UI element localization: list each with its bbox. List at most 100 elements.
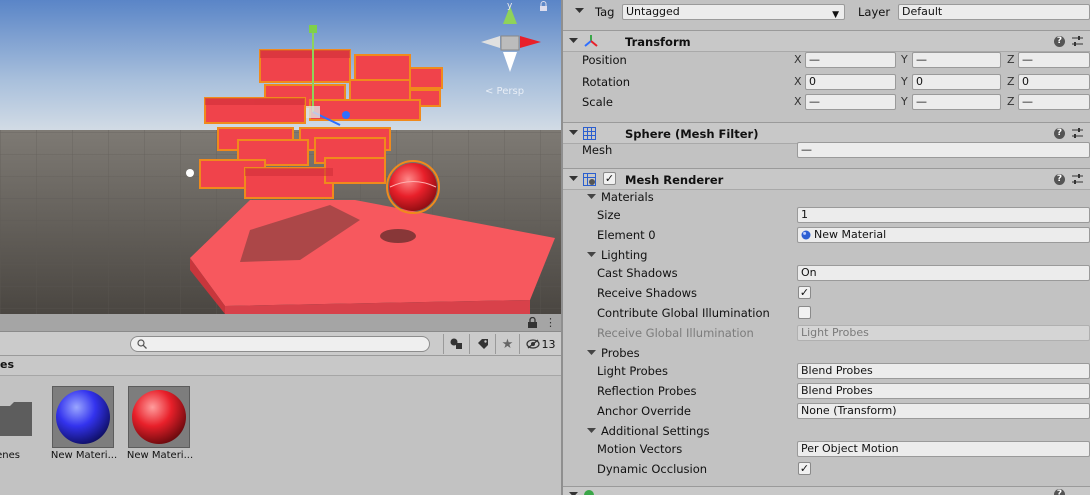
- receive-gi-dropdown: Light Probes: [797, 325, 1090, 341]
- help-icon[interactable]: ?: [1054, 128, 1065, 139]
- dynamic-occlusion-checkbox[interactable]: ✓: [798, 462, 811, 475]
- materials-foldout[interactable]: Materials: [563, 187, 1090, 207]
- anchor-override-field[interactable]: None (Transform): [797, 403, 1090, 419]
- receive-shadows-checkbox[interactable]: ✓: [798, 286, 811, 299]
- axis-z-label: Z: [1007, 95, 1015, 108]
- element0-value: New Material: [814, 228, 887, 241]
- additional-settings-foldout[interactable]: Additional Settings: [563, 421, 1090, 441]
- motion-vectors-label: Motion Vectors: [597, 442, 683, 456]
- settings-sliders-icon[interactable]: [1072, 127, 1083, 139]
- contribute-gi-checkbox[interactable]: [798, 306, 811, 319]
- size-field[interactable]: 1: [797, 207, 1090, 223]
- element0-field[interactable]: New Material: [797, 227, 1090, 243]
- light-probes-dropdown[interactable]: Blend Probes: [797, 363, 1090, 379]
- axis-x-label: X: [794, 53, 802, 66]
- shapes-icon: [450, 338, 462, 349]
- mesh-field[interactable]: —: [797, 142, 1090, 158]
- reflection-probes-label: Reflection Probes: [597, 384, 697, 398]
- position-y-field[interactable]: —: [912, 52, 1001, 68]
- breadcrumb: es: [0, 356, 561, 376]
- position-z-field[interactable]: —: [1018, 52, 1090, 68]
- tag-layer-row: Tag Untagged ▼ Layer Default: [563, 2, 1090, 22]
- receive-gi-label: Receive Global Illumination: [597, 326, 754, 340]
- star-icon: ★: [501, 336, 514, 352]
- layer-label: Layer: [858, 5, 891, 19]
- triangle-down-icon[interactable]: [569, 490, 578, 495]
- axis-y-label: Y: [901, 95, 908, 108]
- help-icon[interactable]: ?: [1054, 174, 1065, 185]
- scale-y-field[interactable]: —: [912, 94, 1001, 110]
- filter-by-label-button[interactable]: [469, 334, 495, 354]
- hidden-packages-toggle[interactable]: 13: [519, 334, 561, 354]
- mesh-renderer-icon: [583, 173, 596, 186]
- scale-row: Scale X — Y — Z —: [563, 92, 1090, 112]
- axis-z-label: Z: [1007, 75, 1015, 88]
- triangle-down-icon[interactable]: [587, 250, 596, 259]
- panel-menu-icon[interactable]: ⋮: [545, 317, 556, 329]
- reflection-probes-row: Reflection Probes Blend Probes: [563, 381, 1090, 401]
- receive-gi-row: Receive Global Illumination Light Probes: [563, 323, 1090, 343]
- axis-z-label: Z: [1007, 53, 1015, 66]
- scene-view[interactable]: y < Persp: [0, 0, 561, 314]
- search-input[interactable]: [130, 336, 430, 352]
- axis-x-label: X: [794, 75, 802, 88]
- layer-value: Default: [902, 5, 943, 18]
- tag-dropdown[interactable]: Untagged ▼: [622, 4, 845, 20]
- lock-icon[interactable]: [528, 317, 537, 328]
- collider-icon: [584, 490, 594, 495]
- folder-icon: [0, 402, 32, 436]
- triangle-down-icon[interactable]: [587, 348, 596, 357]
- search-icon: [137, 339, 147, 349]
- eye-slash-icon: [525, 339, 540, 349]
- scale-x-field[interactable]: —: [805, 94, 896, 110]
- settings-sliders-icon[interactable]: [1072, 35, 1083, 47]
- rotation-x-field[interactable]: 0: [805, 74, 896, 90]
- triangle-down-icon[interactable]: [587, 426, 596, 435]
- layer-dropdown[interactable]: Default: [898, 4, 1090, 20]
- lighting-foldout[interactable]: Lighting: [563, 245, 1090, 265]
- tag-label: Tag: [595, 5, 615, 19]
- scale-label: Scale: [582, 95, 613, 109]
- cast-shadows-dropdown[interactable]: On: [797, 265, 1090, 281]
- help-icon[interactable]: ?: [1054, 36, 1065, 47]
- scene-canvas[interactable]: y < Persp: [0, 0, 561, 314]
- position-x-field[interactable]: —: [805, 52, 896, 68]
- filter-by-type-button[interactable]: [443, 334, 469, 354]
- element0-label: Element 0: [597, 228, 656, 242]
- tag-value: Untagged: [626, 5, 680, 18]
- settings-sliders-icon[interactable]: [1072, 173, 1083, 185]
- additional-settings-label: Additional Settings: [601, 424, 710, 438]
- enabled-checkbox[interactable]: ✓: [603, 172, 616, 185]
- sphere-preview-icon: [56, 390, 110, 444]
- chevron-down-icon: ▼: [832, 10, 839, 20]
- rotation-y-field[interactable]: 0: [912, 74, 1001, 90]
- triangle-down-icon[interactable]: [587, 192, 596, 201]
- transform-header[interactable]: Transform ?: [563, 30, 1090, 52]
- component-title: Sphere (Mesh Filter): [625, 127, 759, 141]
- triangle-down-icon[interactable]: [569, 36, 578, 45]
- lighting-label: Lighting: [601, 248, 648, 262]
- favorites-button[interactable]: ★: [495, 334, 519, 354]
- triangle-down-icon: [575, 8, 584, 13]
- probes-foldout[interactable]: Probes: [563, 343, 1090, 363]
- rotation-row: Rotation X 0 Y 0 Z 0: [563, 72, 1090, 92]
- triangle-down-icon[interactable]: [569, 174, 578, 183]
- sphere-preview-icon: [132, 390, 186, 444]
- motion-vectors-dropdown[interactable]: Per Object Motion: [797, 441, 1090, 457]
- scale-z-field[interactable]: —: [1018, 94, 1090, 110]
- tag-icon: [477, 339, 488, 349]
- rotation-z-field[interactable]: 0: [1018, 74, 1090, 90]
- receive-shadows-row: Receive Shadows ✓: [563, 283, 1090, 303]
- asset-label: New Materi...: [126, 450, 194, 461]
- reflection-probes-dropdown[interactable]: Blend Probes: [797, 383, 1090, 399]
- axis-y-label: Y: [901, 53, 908, 66]
- anchor-override-row: Anchor Override None (Transform): [563, 401, 1090, 421]
- next-component-header[interactable]: ?: [563, 486, 1090, 495]
- triangle-down-icon[interactable]: [569, 128, 578, 137]
- component-title: Mesh Renderer: [625, 173, 724, 187]
- materials-label: Materials: [601, 190, 654, 204]
- material-thumbnail: [128, 386, 190, 448]
- help-icon[interactable]: ?: [1054, 489, 1065, 495]
- component-title: Transform: [625, 35, 691, 49]
- project-tab-bar: ⋮: [0, 314, 561, 332]
